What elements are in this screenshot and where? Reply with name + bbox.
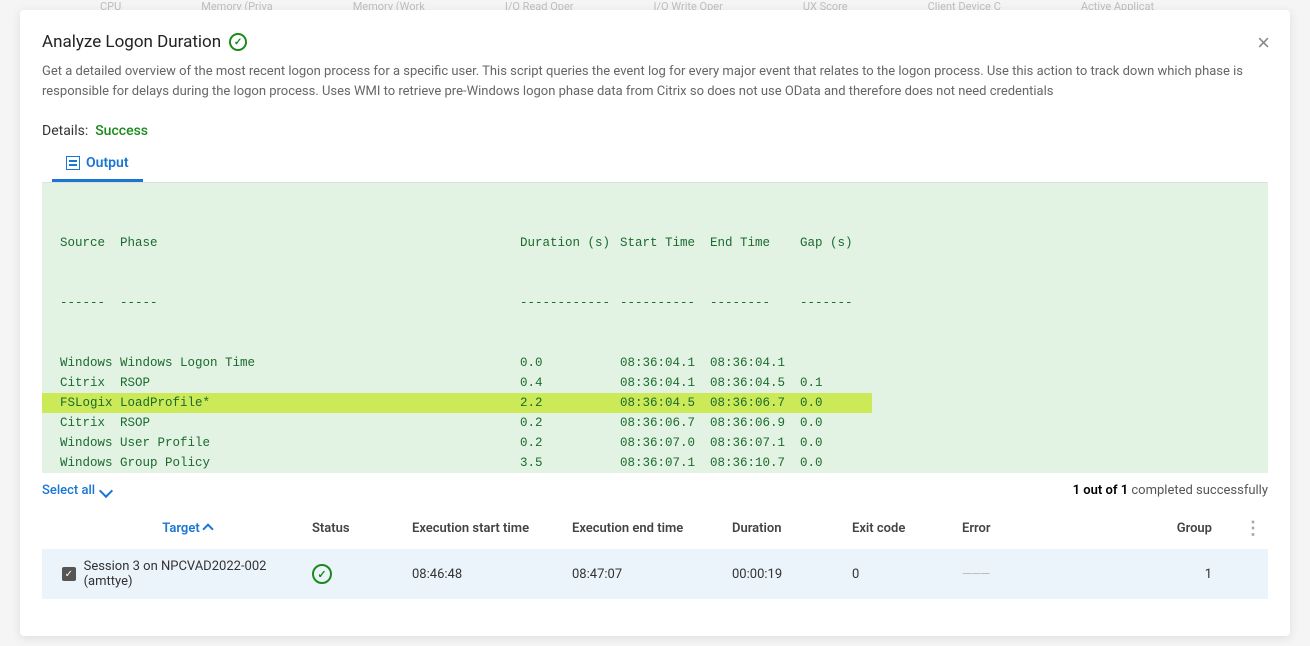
- col-target[interactable]: Target: [62, 521, 312, 536]
- col-exec-start[interactable]: Execution start time: [412, 521, 572, 536]
- table-row[interactable]: ✓ Session 3 on NPCVAD2022-002 (amttye) ✓…: [42, 549, 1268, 599]
- results-table-header: Target Status Execution start time Execu…: [42, 508, 1268, 549]
- tab-output-label: Output: [86, 155, 129, 171]
- output-icon: [66, 156, 80, 170]
- sort-asc-icon: [202, 523, 213, 534]
- col-exec-end[interactable]: Execution end time: [572, 521, 732, 536]
- row-duration: 00:00:19: [732, 567, 852, 582]
- tab-output[interactable]: Output: [52, 149, 143, 182]
- row-group: 1: [1092, 567, 1212, 582]
- chevron-down-icon: [99, 483, 113, 497]
- row-exec-start: 08:46:48: [412, 567, 572, 582]
- select-all-button[interactable]: Select all: [42, 483, 111, 498]
- details-line: Details: Success: [42, 123, 1268, 139]
- output-row: WindowsWindows Logon Time0.008:36:04.108…: [42, 353, 1268, 373]
- success-check-icon: ✓: [229, 33, 247, 51]
- modal-description: Get a detailed overview of the most rece…: [42, 62, 1268, 101]
- row-exec-end: 08:47:07: [572, 567, 732, 582]
- background-column-headers: CPUMemory (PrivaMemory (WorkI/O Read Ope…: [0, 0, 1310, 10]
- col-group[interactable]: Group: [1092, 521, 1212, 536]
- row-checkbox[interactable]: ✓: [62, 567, 76, 581]
- output-row: CitrixRSOP0.408:36:04.108:36:04.50.1: [42, 373, 1268, 393]
- row-error: ———: [962, 567, 1092, 582]
- col-status[interactable]: Status: [312, 521, 412, 536]
- row-status-icon: ✓: [312, 564, 332, 584]
- output-row: WindowsUser Profile0.208:36:07.008:36:07…: [42, 433, 1268, 453]
- col-error[interactable]: Error: [962, 521, 1092, 536]
- details-status: Success: [95, 123, 148, 139]
- row-exit: 0: [852, 567, 962, 582]
- kebab-menu-icon[interactable]: ⋮: [1212, 518, 1262, 539]
- row-target-label: Session 3 on NPCVAD2022-002 (amttye): [84, 559, 312, 589]
- output-header: SourcePhaseDuration (s)Start TimeEnd Tim…: [42, 233, 1268, 253]
- close-icon[interactable]: ×: [1257, 30, 1270, 56]
- completed-summary: 1 out of 1 completed successfully: [1073, 483, 1268, 498]
- col-exit[interactable]: Exit code: [852, 521, 962, 536]
- modal-title: Analyze Logon Duration: [42, 32, 221, 52]
- output-row: WindowsGroup Policy3.508:36:07.108:36:10…: [42, 453, 1268, 473]
- col-duration[interactable]: Duration: [732, 521, 852, 536]
- output-divider: ----------------------------------------…: [42, 293, 1268, 313]
- output-row: CitrixRSOP0.208:36:06.708:36:06.90.0: [42, 413, 1268, 433]
- analyze-logon-modal: × Analyze Logon Duration ✓ Get a detaile…: [20, 10, 1290, 636]
- output-pane[interactable]: SourcePhaseDuration (s)Start TimeEnd Tim…: [42, 183, 1268, 473]
- output-row: FSLogixLoadProfile*2.208:36:04.508:36:06…: [42, 393, 872, 413]
